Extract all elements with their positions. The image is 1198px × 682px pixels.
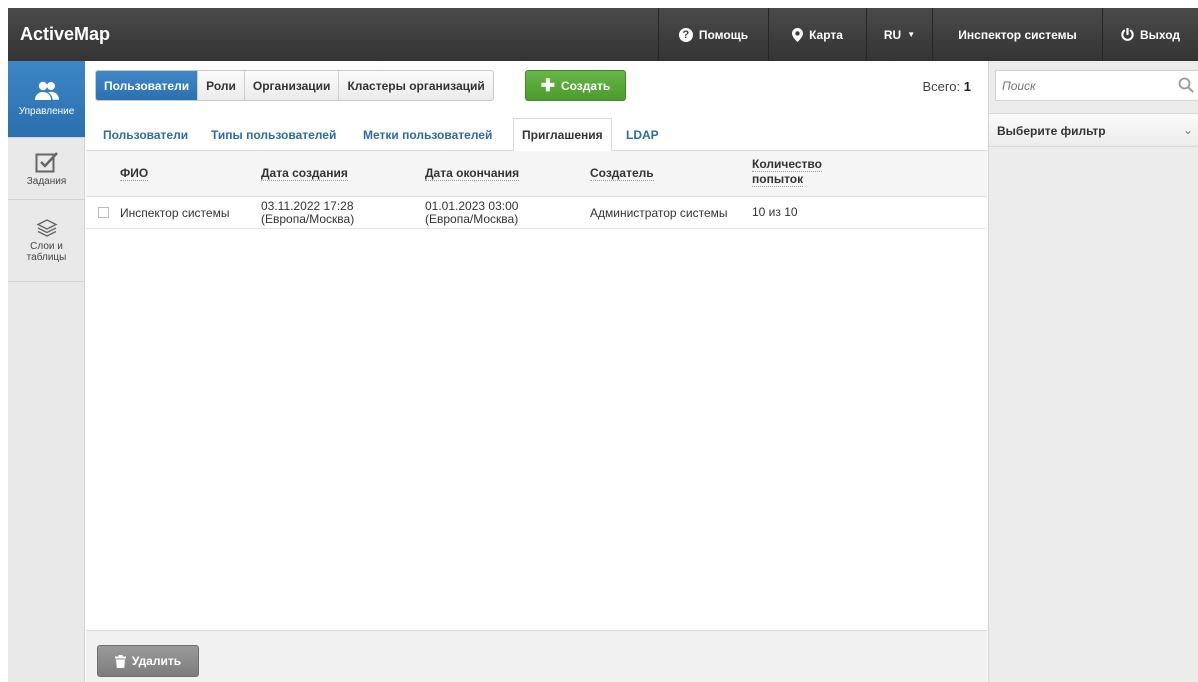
search-icon[interactable] — [1178, 77, 1194, 93]
help-icon: ? — [678, 27, 693, 42]
column-header-name[interactable]: ФИО — [120, 166, 149, 181]
section-switcher: Пользователи Роли Организации Кластеры о… — [95, 70, 494, 101]
column-header-creator[interactable]: Создатель — [590, 166, 654, 181]
layers-icon — [35, 219, 58, 237]
current-user-label: Инспектор системы — [958, 27, 1077, 42]
left-sidebar: Управление Задания Слои и таблицы — [8, 61, 85, 682]
app-logo[interactable]: ActiveMap — [20, 24, 110, 45]
sidebar-item-tasks[interactable]: Задания — [8, 138, 85, 200]
subtabs: Пользователи Типы пользователей Метки по… — [86, 118, 987, 152]
sidebar-item-layers[interactable]: Слои и таблицы — [8, 200, 85, 282]
cell-created: 03.11.2022 17:28 (Европа/Москва) — [261, 199, 355, 226]
cell-creator: Администратор системы — [590, 206, 728, 220]
delete-label: Удалить — [131, 654, 182, 668]
language-label: RU — [883, 27, 902, 42]
map-pin-icon — [792, 27, 804, 42]
table-footer: Удалить — [86, 630, 987, 682]
top-bar: ActiveMap ? Помощь Карта RU ▼ Инспектор … — [8, 8, 1198, 61]
subtab-users[interactable]: Пользователи — [103, 118, 188, 151]
power-icon — [1121, 28, 1134, 41]
users-icon — [34, 81, 59, 100]
tab-users[interactable]: Пользователи — [96, 71, 198, 100]
plus-icon: ✚ — [540, 76, 555, 95]
subtab-user-tags[interactable]: Метки пользователей — [363, 118, 492, 151]
language-dropdown[interactable]: RU ▼ — [866, 8, 932, 61]
main-panel: Пользователи Роли Организации Кластеры о… — [86, 61, 987, 682]
logout-label: Выход — [1139, 27, 1181, 42]
chevron-down-icon: ⌄ — [1182, 123, 1193, 137]
sidebar-item-label: Задания — [26, 175, 67, 187]
create-button[interactable]: ✚ Создать — [525, 70, 626, 101]
subtab-ldap[interactable]: LDAP — [626, 118, 659, 151]
table-row[interactable]: Инспектор системы 03.11.2022 17:28 (Евро… — [86, 198, 987, 229]
create-label: Создать — [560, 78, 611, 93]
current-user-button[interactable]: Инспектор системы — [932, 8, 1102, 61]
filter-panel: Выберите фильтр ⌄ — [988, 61, 1198, 682]
filter-dropdown[interactable]: Выберите фильтр ⌄ — [989, 113, 1198, 147]
tab-organizations[interactable]: Организации — [243, 71, 339, 100]
search-box — [995, 70, 1198, 101]
help-button[interactable]: ? Помощь — [658, 8, 768, 61]
top-nav: ? Помощь Карта RU ▼ Инспектор системы Вы… — [658, 8, 1198, 61]
total-value: 1 — [963, 79, 971, 94]
sidebar-item-label: Слои и таблицы — [26, 241, 67, 263]
subtab-invitations[interactable]: Приглашения — [513, 118, 612, 152]
tab-roles[interactable]: Роли — [197, 71, 244, 100]
logout-button[interactable]: Выход — [1102, 8, 1198, 61]
filter-label: Выберите фильтр — [997, 124, 1106, 138]
cell-end: 01.01.2023 03:00 (Европа/Москва) — [425, 199, 519, 226]
column-header-attempts[interactable]: Количество попыток — [752, 157, 832, 187]
cell-name: Инспектор системы — [120, 206, 230, 220]
table-header: ФИО Дата создания Дата окончания Создате… — [86, 151, 987, 197]
caret-down-icon: ▼ — [907, 30, 916, 39]
column-header-end[interactable]: Дата окончания — [425, 166, 520, 181]
trash-icon — [114, 654, 126, 668]
sidebar-item-label: Управление — [18, 106, 75, 117]
total-label: Всего: — [922, 79, 961, 94]
map-button[interactable]: Карта — [768, 8, 866, 61]
search-input[interactable] — [996, 71, 1166, 100]
checkbox-icon — [35, 151, 58, 172]
tab-organization-clusters[interactable]: Кластеры организаций — [338, 71, 492, 100]
subtab-user-types[interactable]: Типы пользователей — [211, 118, 336, 151]
sidebar-item-management[interactable]: Управление — [8, 61, 85, 138]
column-header-created[interactable]: Дата создания — [261, 166, 348, 181]
row-checkbox[interactable] — [98, 207, 109, 218]
total-count: Всего: 1 — [922, 79, 971, 94]
help-label: Помощь — [698, 27, 749, 42]
map-label: Карта — [809, 27, 843, 42]
delete-button[interactable]: Удалить — [97, 645, 199, 677]
cell-attempts: 10 из 10 — [752, 205, 798, 219]
